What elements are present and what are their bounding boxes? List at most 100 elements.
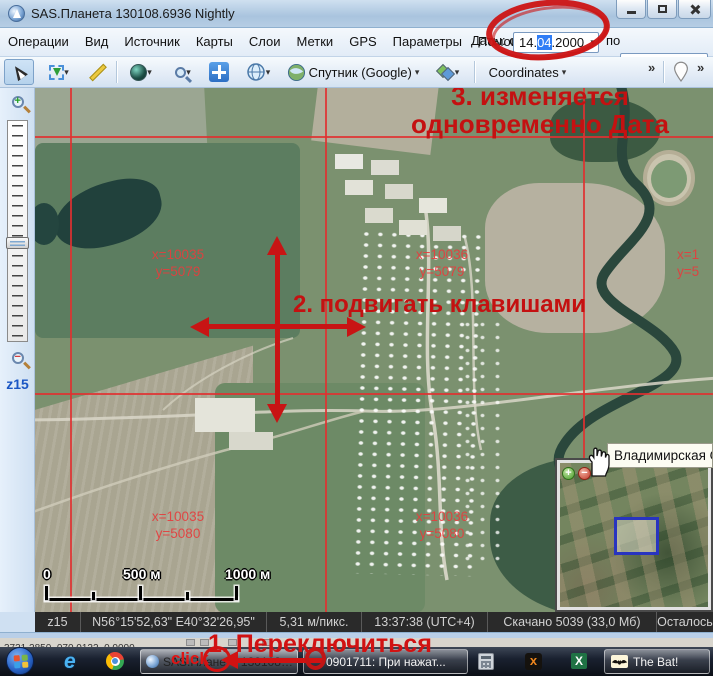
- zoom-slider[interactable]: [7, 120, 28, 342]
- chrome-icon[interactable]: [106, 652, 124, 670]
- tile-grid-line: [325, 88, 327, 612]
- menu-source[interactable]: Источник: [116, 28, 188, 56]
- status-resolution: 5,31 м/пикс.: [267, 612, 362, 632]
- zoom-slider-handle[interactable]: [6, 237, 29, 249]
- zoom-out-button[interactable]: −: [6, 346, 29, 369]
- menu-placemarks[interactable]: Метки: [289, 28, 342, 56]
- start-button[interactable]: [6, 647, 34, 675]
- layers-icon: [437, 64, 455, 80]
- tile-grid-line: [35, 393, 713, 395]
- layers-button[interactable]: ▾: [427, 59, 469, 85]
- bat-icon: [611, 655, 628, 668]
- satellite-globe-icon: [287, 63, 306, 82]
- taskbar-task-thebat[interactable]: The Bat!: [604, 649, 710, 674]
- scale-tick: [45, 586, 48, 600]
- annotation-date-note: 3. изменяетсяодновременно Дата: [365, 88, 713, 138]
- projection-globe-button[interactable]: ▾: [237, 59, 279, 85]
- app-window: SAS.Планета 130108.6936 Nightly Операции…: [0, 0, 713, 676]
- status-coordinates: N56°15'52,63" E40°32'26,95": [81, 612, 267, 632]
- select-tool-button[interactable]: [4, 59, 34, 85]
- globe-caret-icon[interactable]: ▾: [147, 67, 152, 78]
- fullscreen-button[interactable]: [205, 59, 233, 85]
- minimap-viewport-rect[interactable]: [614, 517, 659, 555]
- status-zoom: z15: [35, 612, 81, 632]
- magnifier-icon: [175, 67, 186, 78]
- toolbar-separator: [474, 61, 475, 83]
- tile-label-truncated: x=1y=5: [677, 246, 713, 280]
- scale-tick: [235, 586, 238, 600]
- coordinates-caret-icon[interactable]: ▾: [562, 67, 567, 78]
- select-cursor-icon: [10, 63, 28, 81]
- internet-explorer-icon[interactable]: e: [64, 650, 86, 672]
- coordinates-button[interactable]: Coordinates ▾: [480, 59, 572, 85]
- selection-caret-icon[interactable]: ▾: [64, 67, 69, 78]
- menu-gps[interactable]: GPS: [341, 28, 384, 56]
- scale-label-1000: 1000 м: [225, 566, 270, 582]
- selection-download-icon: [49, 65, 64, 80]
- annotation-arrowhead-left: [190, 317, 209, 337]
- layers-caret-icon[interactable]: ▾: [455, 67, 460, 78]
- minimap-plus-icon: +: [565, 467, 571, 479]
- menu-parameters[interactable]: Параметры: [385, 28, 470, 56]
- annotation-arrowhead-right: [347, 317, 366, 337]
- zoom-out-icon: −: [12, 352, 24, 364]
- close-button[interactable]: [678, 0, 711, 19]
- placemark-button[interactable]: [668, 59, 694, 85]
- sas-task-icon: [146, 655, 159, 668]
- excel-tray-icon[interactable]: X: [571, 653, 587, 669]
- map-source-label: Спутник (Google): [309, 65, 412, 80]
- fullscreen-arrows-icon: [209, 62, 229, 82]
- minimap-panel[interactable]: + −: [555, 458, 713, 612]
- toolbar-separator: [663, 61, 664, 83]
- zoom-in-icon: +: [12, 96, 24, 108]
- menu-maps[interactable]: Карты: [188, 28, 241, 56]
- tile-label: x=10035y=5079: [143, 246, 213, 280]
- tile-grid-line: [70, 88, 72, 612]
- globe-dark-icon: [130, 64, 147, 81]
- map-source-button[interactable]: Спутник (Google) ▾: [283, 59, 423, 85]
- zoom-tool-button[interactable]: ▾: [163, 59, 203, 85]
- minimize-button[interactable]: [616, 0, 646, 19]
- dates-label: Даты: с: [471, 33, 516, 48]
- annotation-arrowhead-down: [267, 404, 287, 423]
- annotation-switch-note: 1. Переключиться: [208, 630, 432, 659]
- map-source-caret-icon[interactable]: ▾: [415, 67, 420, 78]
- selection-manager-button[interactable]: ▾: [38, 59, 80, 85]
- zoom-slider-ticks: [12, 125, 23, 337]
- toolbar-overflow-chevron[interactable]: »: [648, 60, 655, 75]
- x-app-tray-icon[interactable]: x: [525, 653, 542, 670]
- date-from-combobox[interactable]: 14.04.2000 ▾: [513, 32, 599, 53]
- placemark-overflow-chevron[interactable]: »: [697, 60, 704, 75]
- menu-operations[interactable]: Операции: [0, 28, 77, 56]
- globe-wire-icon: [246, 62, 266, 82]
- scale-label-500: 500 м: [123, 566, 161, 582]
- scale-bar: [45, 598, 238, 601]
- zoom-sidebar: + − z15: [0, 88, 35, 612]
- ruler-tool-button[interactable]: [84, 59, 112, 85]
- date-from-month-selected: 04: [537, 35, 551, 50]
- map-viewport[interactable]: x=10035y=5079 x=10036y=5079 x=1y=5 x=100…: [35, 88, 713, 612]
- menu-layers[interactable]: Слои: [241, 28, 289, 56]
- minimize-icon: [627, 11, 636, 14]
- placemark-balloon-icon: [672, 60, 690, 84]
- window-title: SAS.Планета 130108.6936 Nightly: [31, 6, 235, 21]
- date-from-caret-icon[interactable]: ▾: [590, 37, 595, 48]
- projection-caret-icon[interactable]: ▾: [266, 67, 271, 78]
- status-remaining: Осталось: [657, 612, 713, 632]
- dark-globe-button[interactable]: ▾: [121, 59, 161, 85]
- ruler-icon: [89, 63, 107, 81]
- calculator-tray-icon[interactable]: [478, 653, 494, 670]
- maximize-button[interactable]: [647, 0, 677, 19]
- sidebar-zoom-level: z15: [0, 376, 35, 392]
- thebat-label: The Bat!: [633, 655, 678, 669]
- minimap-zoom-in-button[interactable]: +: [562, 467, 575, 480]
- close-icon: [689, 4, 700, 15]
- title-bar: SAS.Планета 130108.6936 Nightly: [0, 0, 713, 28]
- date-from-day: 14.: [519, 35, 537, 50]
- zoom-in-button[interactable]: +: [6, 90, 29, 113]
- coordinates-label: Coordinates: [489, 65, 559, 80]
- map-industrial-buildings: [335, 154, 363, 169]
- windows-flag-icon: [14, 655, 29, 669]
- menu-view[interactable]: Вид: [77, 28, 117, 56]
- mouse-cursor-hand: [583, 446, 611, 478]
